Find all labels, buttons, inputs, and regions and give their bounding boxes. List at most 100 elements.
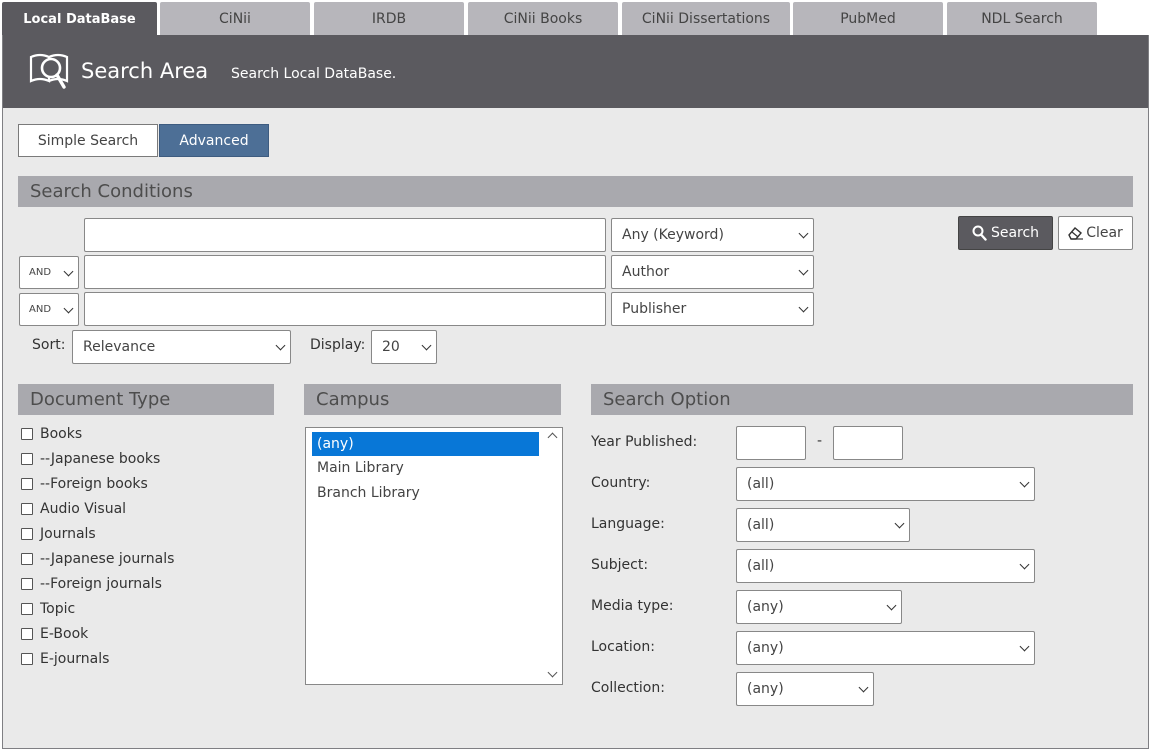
doc-type-label: Audio Visual xyxy=(40,501,127,517)
country-value: (all) xyxy=(747,476,775,492)
sort-label: Sort: xyxy=(32,337,66,353)
checkbox[interactable] xyxy=(21,578,33,590)
doc-type-e-journals[interactable]: E-journals xyxy=(21,651,109,667)
tab-pubmed[interactable]: PubMed xyxy=(793,2,943,36)
book-search-icon xyxy=(29,53,69,89)
doc-type-label: Journals xyxy=(40,526,96,542)
year-published-label: Year Published: xyxy=(591,434,698,450)
media-type-value: (any) xyxy=(747,599,784,615)
tab-cinii-dissertations[interactable]: CiNii Dissertations xyxy=(622,2,790,36)
doc-type-label: --Japanese books xyxy=(40,451,161,467)
search-field-select-1[interactable]: Any (Keyword) xyxy=(611,218,814,252)
operator-value-2: AND xyxy=(29,267,52,278)
checkbox[interactable] xyxy=(21,603,33,615)
location-select[interactable]: (any) xyxy=(736,631,1035,665)
doc-type-journals[interactable]: Journals xyxy=(21,526,96,542)
campus-option-any[interactable]: (any) xyxy=(312,432,539,456)
search-term-input-2[interactable] xyxy=(84,255,606,289)
doc-type-foreign-books[interactable]: --Foreign books xyxy=(21,476,148,492)
tab-ndl-search[interactable]: NDL Search xyxy=(947,2,1097,36)
search-field-select-3[interactable]: Publisher xyxy=(611,292,814,326)
year-to-input[interactable] xyxy=(833,426,903,460)
scroll-down-icon[interactable] xyxy=(547,667,558,678)
subject-label: Subject: xyxy=(591,557,649,573)
search-area-header: Search Area Search Local DataBase. xyxy=(3,35,1148,108)
clear-button-label: Clear xyxy=(1086,225,1123,241)
search-icon xyxy=(972,225,987,241)
location-value: (any) xyxy=(747,640,784,656)
checkbox[interactable] xyxy=(21,428,33,440)
search-option-header: Search Option xyxy=(591,384,1133,415)
doc-type-topic[interactable]: Topic xyxy=(21,601,75,617)
operator-select-2[interactable]: AND xyxy=(19,256,79,289)
doc-type-label: --Foreign books xyxy=(40,476,148,492)
checkbox[interactable] xyxy=(21,553,33,565)
language-value: (all) xyxy=(747,517,775,533)
language-select[interactable]: (all) xyxy=(736,508,910,542)
doc-type-books[interactable]: Books xyxy=(21,426,82,442)
display-label: Display: xyxy=(310,337,366,353)
operator-select-3[interactable]: AND xyxy=(19,293,79,326)
search-panel: Search Area Search Local DataBase. Simpl… xyxy=(2,35,1149,749)
advanced-search-button[interactable]: Advanced xyxy=(159,124,269,157)
database-tabs: Local DataBase CiNii IRDB CiNii Books Ci… xyxy=(2,2,1152,36)
search-term-input-1[interactable] xyxy=(84,218,606,252)
doc-type-foreign-journals[interactable]: --Foreign journals xyxy=(21,576,162,592)
sort-select[interactable]: Relevance xyxy=(72,330,291,364)
doc-type-label: Topic xyxy=(40,601,76,617)
search-term-input-3[interactable] xyxy=(84,292,606,326)
search-field-value-1: Any (Keyword) xyxy=(622,227,724,243)
search-button-label: Search xyxy=(990,225,1040,241)
checkbox[interactable] xyxy=(21,453,33,465)
collection-label: Collection: xyxy=(591,680,665,696)
simple-search-button[interactable]: Simple Search xyxy=(18,124,158,157)
doc-type-label: --Japanese journals xyxy=(40,551,175,567)
eraser-icon xyxy=(1068,227,1084,240)
media-type-select[interactable]: (any) xyxy=(736,590,902,624)
search-conditions-header: Search Conditions xyxy=(18,176,1133,207)
country-select[interactable]: (all) xyxy=(736,467,1035,501)
search-area-subtitle: Search Local DataBase. xyxy=(231,66,397,82)
search-field-value-2: Author xyxy=(622,264,670,280)
collection-value: (any) xyxy=(747,681,784,697)
tab-irdb[interactable]: IRDB xyxy=(314,2,464,36)
tab-local-database[interactable]: Local DataBase xyxy=(2,2,157,36)
doc-type-japanese-books[interactable]: --Japanese books xyxy=(21,451,160,467)
tab-cinii-books[interactable]: CiNii Books xyxy=(468,2,618,36)
checkbox[interactable] xyxy=(21,653,33,665)
search-field-value-3: Publisher xyxy=(622,301,687,317)
doc-type-label: --Foreign journals xyxy=(40,576,162,592)
doc-type-japanese-journals[interactable]: --Japanese journals xyxy=(21,551,174,567)
campus-listbox[interactable]: (any) Main Library Branch Library xyxy=(305,427,563,685)
campus-option-main-library[interactable]: Main Library xyxy=(312,456,539,480)
doc-type-e-book[interactable]: E-Book xyxy=(21,626,88,642)
search-field-select-2[interactable]: Author xyxy=(611,255,814,289)
country-label: Country: xyxy=(591,475,651,491)
subject-select[interactable]: (all) xyxy=(736,549,1035,583)
document-type-header: Document Type xyxy=(18,384,274,415)
year-separator: - xyxy=(817,433,823,449)
campus-option-branch-library[interactable]: Branch Library xyxy=(312,481,539,505)
tab-cinii[interactable]: CiNii xyxy=(160,2,310,36)
checkbox[interactable] xyxy=(21,628,33,640)
campus-header: Campus xyxy=(304,384,561,415)
doc-type-label: Books xyxy=(40,426,83,442)
collection-select[interactable]: (any) xyxy=(736,672,874,706)
year-from-input[interactable] xyxy=(736,426,806,460)
doc-type-label: E-journals xyxy=(40,651,110,667)
scroll-up-icon[interactable] xyxy=(547,432,558,443)
checkbox[interactable] xyxy=(21,528,33,540)
sort-value: Relevance xyxy=(83,339,156,355)
subject-value: (all) xyxy=(747,558,775,574)
location-label: Location: xyxy=(591,639,655,655)
display-count-select[interactable]: 20 xyxy=(371,330,437,364)
operator-value-3: AND xyxy=(29,304,52,315)
doc-type-audio-visual[interactable]: Audio Visual xyxy=(21,501,126,517)
clear-button[interactable]: Clear xyxy=(1058,216,1133,250)
checkbox[interactable] xyxy=(21,478,33,490)
doc-type-label: E-Book xyxy=(40,626,89,642)
media-type-label: Media type: xyxy=(591,598,674,614)
checkbox[interactable] xyxy=(21,503,33,515)
search-button[interactable]: Search xyxy=(958,216,1053,250)
display-count-value: 20 xyxy=(382,339,400,355)
